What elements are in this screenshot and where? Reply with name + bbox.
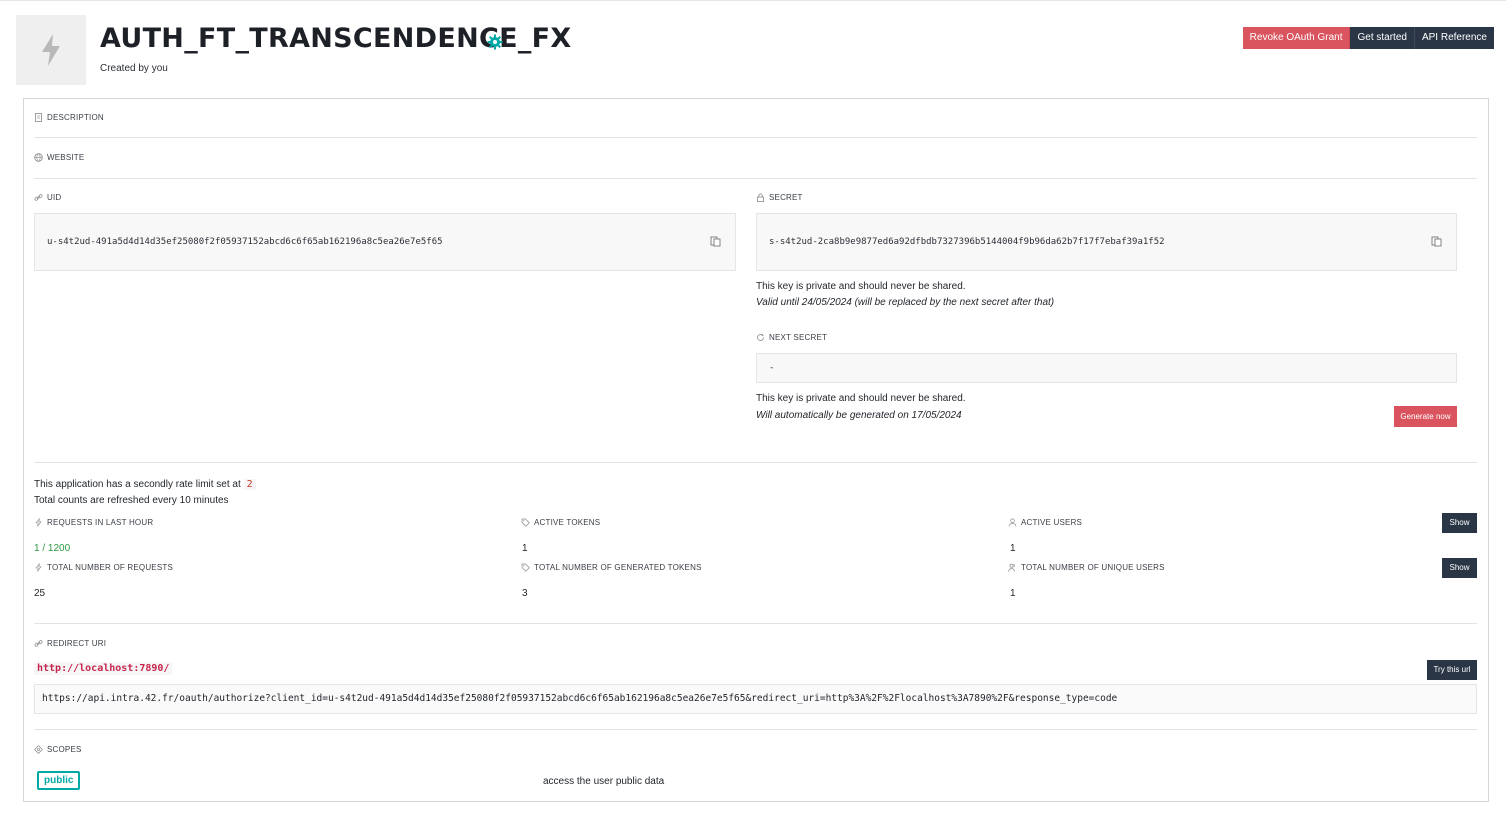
redirect-uri-section: REDIRECT URI [34, 639, 106, 648]
generate-now-button[interactable]: Generate now [1394, 406, 1457, 427]
next-secret-field[interactable]: - [756, 353, 1457, 383]
active-tokens-stat: ACTIVE TOKENS [521, 518, 600, 527]
lightning-icon [42, 34, 60, 66]
secret-section: SECRET [756, 193, 803, 202]
created-by: Created by you [100, 63, 168, 74]
divider [34, 623, 1477, 624]
secret-label: SECRET [769, 193, 803, 202]
get-started-button[interactable]: Get started [1350, 27, 1415, 49]
uid-value[interactable]: u-s4t2ud-491a5d4d14d35ef25080f2f05937152… [47, 237, 443, 247]
try-url-button[interactable]: Try this url [1427, 660, 1477, 680]
scope-tag-public: public [37, 771, 81, 790]
link-icon [34, 194, 43, 201]
scope-description: access the user public data [543, 776, 665, 787]
uid-label: UID [47, 193, 62, 202]
website-section: WEBSITE [34, 153, 84, 162]
lock-icon [757, 193, 764, 202]
copy-icon[interactable] [1431, 236, 1442, 247]
divider [34, 462, 1477, 463]
rate-limit-value: 2 [243, 479, 256, 490]
header-actions: Revoke OAuth Grant Get started API Refer… [1242, 27, 1494, 49]
description-label: DESCRIPTION [47, 113, 104, 122]
rate-limit-text: This application has a secondly rate lim… [34, 479, 256, 490]
secret-private-note: This key is private and should never be … [756, 281, 966, 292]
authorize-url-field[interactable]: https://api.intra.42.fr/oauth/authorize?… [34, 684, 1477, 714]
top-divider [0, 0, 1506, 1]
secret-value[interactable]: s-s4t2ud-2ca8b9e9877ed6a92dfbdb7327396b5… [769, 237, 1165, 247]
secret-validity: Valid until 24/05/2024 (will be replaced… [756, 297, 1055, 308]
requests-hour-label: REQUESTS IN LAST HOUR [47, 518, 154, 527]
total-tokens-value: 3 [522, 588, 528, 599]
total-tokens-stat: TOTAL NUMBER OF GENERATED TOKENS [521, 563, 702, 572]
uid-field[interactable]: u-s4t2ud-491a5d4d14d35ef25080f2f05937152… [34, 213, 736, 271]
rate-limit-label: This application has a secondly rate lim… [34, 479, 241, 490]
tag-icon [521, 518, 530, 527]
uid-section: UID [34, 193, 61, 202]
active-tokens-value: 1 [522, 543, 528, 554]
globe-icon [34, 153, 43, 162]
secret-field[interactable]: s-s4t2ud-2ca8b9e9877ed6a92dfbdb7327396b5… [756, 213, 1457, 271]
total-requests-value: 25 [34, 588, 46, 599]
active-users-label: ACTIVE USERS [1021, 518, 1083, 527]
next-secret-label: NEXT SECRET [769, 333, 828, 342]
unique-users-label: TOTAL NUMBER OF UNIQUE USERS [1021, 563, 1165, 572]
bolt-icon [35, 518, 42, 527]
next-secret-value[interactable]: - [769, 363, 774, 373]
scopes-section: SCOPES [34, 745, 82, 754]
revoke-oauth-button[interactable]: Revoke OAuth Grant [1242, 27, 1351, 49]
next-secret-autogen: Will automatically be generated on 17/05… [756, 410, 962, 421]
description-section: DESCRIPTION [34, 113, 104, 122]
divider [34, 137, 1477, 138]
active-tokens-label: ACTIVE TOKENS [534, 518, 601, 527]
total-requests-stat: TOTAL NUMBER OF REQUESTS [34, 563, 173, 572]
next-secret-section: NEXT SECRET [756, 333, 827, 342]
user-icon [1008, 518, 1017, 527]
unique-users-stat: TOTAL NUMBER OF UNIQUE USERS [1008, 563, 1165, 572]
scopes-label: SCOPES [47, 745, 82, 754]
show-active-users-button[interactable]: Show [1442, 513, 1477, 533]
rate-refresh-text: Total counts are refreshed every 10 minu… [34, 495, 229, 506]
active-users-value: 1 [1010, 543, 1016, 554]
link-icon [34, 640, 43, 647]
divider [34, 178, 1477, 179]
next-secret-private-note: This key is private and should never be … [756, 393, 966, 404]
copy-icon[interactable] [710, 236, 721, 247]
show-unique-users-button[interactable]: Show [1442, 558, 1477, 578]
bolt-icon [35, 563, 42, 572]
redirect-uri-value: http://localhost:7890/ [34, 662, 173, 675]
unique-users-value: 1 [1010, 588, 1016, 599]
active-users-stat: ACTIVE USERS [1008, 518, 1082, 527]
requests-hour-value: 1 / 1200 [34, 543, 71, 554]
gear-icon[interactable] [487, 34, 503, 50]
redirect-uri-label: REDIRECT URI [47, 639, 107, 648]
website-label: WEBSITE [47, 153, 85, 162]
users-icon [1008, 563, 1015, 572]
api-reference-button[interactable]: API Reference [1414, 27, 1494, 49]
app-logo [16, 15, 86, 85]
refresh-icon [757, 333, 764, 341]
requests-hour-stat: REQUESTS IN LAST HOUR [34, 518, 153, 527]
total-requests-label: TOTAL NUMBER OF REQUESTS [47, 563, 173, 572]
tag-icon [521, 563, 530, 572]
app-details-panel: DESCRIPTION WEBSITE UID u-s4t2ud-491a5d4… [23, 98, 1489, 802]
divider [34, 729, 1477, 730]
total-tokens-label: TOTAL NUMBER OF GENERATED TOKENS [534, 563, 702, 572]
document-icon [35, 113, 42, 122]
diamond-icon [34, 745, 43, 754]
